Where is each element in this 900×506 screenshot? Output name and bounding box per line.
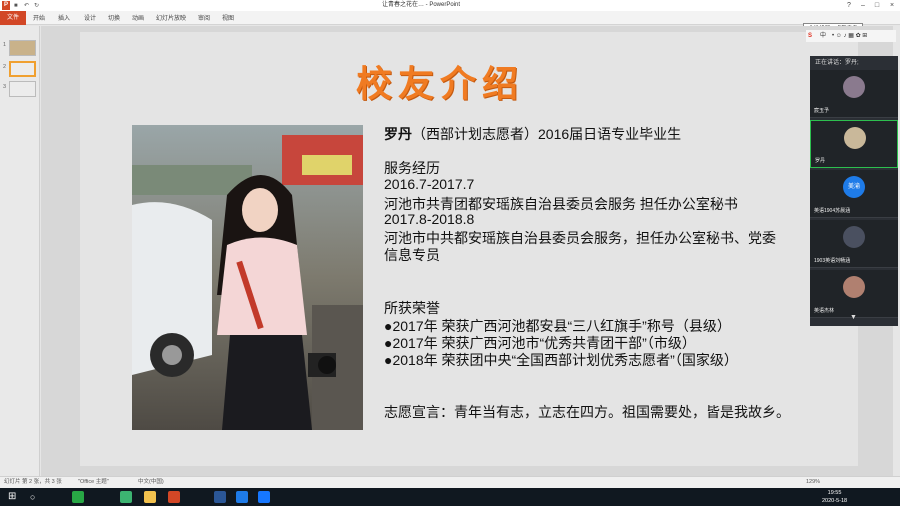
participant-name: 宸玉予 bbox=[814, 108, 830, 114]
slide-title: 校友介绍 bbox=[356, 63, 525, 105]
windows-taskbar: ⊞ ○ 19:55 2020-5-18 bbox=[0, 488, 900, 506]
tab-file[interactable]: 文件 bbox=[0, 11, 26, 25]
ribbon-tabs: 文件 开始 插入 设计 切换 动画 幻灯片放映 审阅 视图 个性设置，点我看看 bbox=[0, 11, 900, 35]
ime-toolbar[interactable]: S 中 • ☺ ♪ ▦ ✿ ⊞ bbox=[806, 30, 896, 42]
language-indicator[interactable]: 中文(中国) bbox=[138, 477, 164, 488]
slide-thumbnail-1[interactable] bbox=[9, 40, 36, 56]
participant-tile[interactable]: 宸玉予 bbox=[810, 70, 898, 118]
ime-tools-icon[interactable]: • ☺ ♪ ▦ ✿ ⊞ bbox=[832, 30, 867, 42]
alumni-photo bbox=[132, 125, 363, 430]
tab-animations[interactable]: 动画 bbox=[132, 13, 144, 22]
tab-home[interactable]: 开始 bbox=[33, 13, 45, 22]
text-line: 河池市中共都安瑶族自治县委员会服务，担任办公室秘书、党委 bbox=[384, 230, 776, 246]
tab-design[interactable]: 设计 bbox=[84, 13, 96, 22]
participant-name: 罗丹 bbox=[815, 158, 826, 164]
meeting-app-icon[interactable] bbox=[258, 491, 270, 503]
avatar bbox=[843, 276, 865, 298]
status-bar: 幻灯片 第 2 张，共 3 张 "Office 主题" 中文(中国) 129% bbox=[0, 476, 900, 488]
tab-view[interactable]: 视图 bbox=[222, 13, 234, 22]
clock-date: 2020-5-18 bbox=[822, 498, 848, 504]
search-icon[interactable]: ○ bbox=[30, 491, 42, 503]
participant-name: 英语杰林 bbox=[814, 308, 835, 314]
thumb-number: 1 bbox=[3, 42, 7, 48]
speaking-indicator: 正在讲话：罗丹; bbox=[815, 60, 859, 66]
tab-review[interactable]: 审阅 bbox=[198, 13, 210, 22]
text-line: 志愿宣言：青年当有志，立志在四方。祖国需要处，皆是我故乡。 bbox=[384, 404, 790, 420]
powerpoint-logo-icon: P bbox=[2, 1, 10, 10]
text-line: 服务经历 bbox=[384, 160, 440, 176]
tab-slideshow[interactable]: 幻灯片放映 bbox=[156, 13, 186, 22]
clock-time: 19:55 bbox=[827, 490, 842, 496]
chevron-down-icon[interactable]: ▼ bbox=[850, 314, 857, 321]
avatar bbox=[843, 226, 865, 248]
clock[interactable]: 19:55 2020-5-18 bbox=[822, 489, 847, 505]
text-line: 2016.7-2017.7 bbox=[384, 176, 475, 192]
intro-text: （西部计划志愿者）2016届日语专业毕业生 bbox=[412, 126, 682, 142]
thumb-number: 3 bbox=[3, 84, 7, 90]
title-bar: P ■ ↶ ↻ 让青春之花在… - PowerPoint ? – □ × bbox=[0, 0, 900, 11]
thumb-number: 2 bbox=[3, 64, 7, 70]
text-line: ●2018年 荣获团中央“全国西部计划优秀志愿者”（国家级） bbox=[384, 352, 738, 368]
minimize-icon[interactable]: – bbox=[856, 0, 870, 11]
window-title: 让青春之花在… - PowerPoint bbox=[382, 2, 461, 8]
theme-name: "Office 主题" bbox=[78, 479, 109, 485]
participant-tile[interactable]: 罗丹 bbox=[810, 120, 898, 168]
maximize-icon[interactable]: □ bbox=[870, 0, 884, 11]
text-line: 信息专员 bbox=[384, 247, 440, 263]
folder-icon[interactable] bbox=[144, 491, 156, 503]
windows-start-icon[interactable]: ⊞ bbox=[8, 491, 20, 503]
zoom-level[interactable]: 129% bbox=[806, 477, 820, 488]
tab-transitions[interactable]: 切换 bbox=[108, 13, 120, 22]
ime-mode-label[interactable]: 中 bbox=[820, 30, 826, 42]
help-icon[interactable]: ? bbox=[842, 0, 856, 11]
avatar bbox=[843, 76, 865, 98]
slide-thumbnail-2[interactable] bbox=[9, 61, 36, 77]
slide-thumbnails-panel[interactable]: 1 2 3 bbox=[0, 26, 40, 476]
app-icon[interactable] bbox=[120, 491, 132, 503]
word-icon[interactable] bbox=[214, 491, 226, 503]
participant-name: 英语1904苏晨涵 bbox=[814, 208, 851, 214]
app-icon[interactable] bbox=[236, 491, 248, 503]
wechat-icon[interactable] bbox=[72, 491, 84, 503]
powerpoint-icon[interactable] bbox=[168, 491, 180, 503]
participant-tile[interactable]: 1903英语刘畅涵 bbox=[810, 220, 898, 268]
participant-tile[interactable]: 美渝 英语1904苏晨涵 bbox=[810, 170, 898, 218]
slide-thumbnail-3[interactable] bbox=[9, 81, 36, 97]
participant-tile[interactable]: 英语杰林 bbox=[810, 270, 898, 318]
meeting-panel: 正在讲话：罗丹; 宸玉予 罗丹 美渝 英语1904苏晨涵 1903英语刘畅涵 英… bbox=[810, 56, 898, 326]
slide-counter: 幻灯片 第 2 张，共 3 张 bbox=[4, 479, 62, 485]
sogou-icon: S bbox=[808, 33, 813, 39]
text-line: 所获荣誉 bbox=[384, 300, 440, 316]
alumni-name: 罗丹 bbox=[384, 126, 412, 142]
close-icon[interactable]: × bbox=[885, 0, 899, 11]
text-line: 2017.8-2018.8 bbox=[384, 211, 475, 227]
avatar: 美渝 bbox=[843, 176, 865, 198]
participant-name: 1903英语刘畅涵 bbox=[814, 258, 851, 264]
intro-line: 罗丹（西部计划志愿者）2016届日语专业毕业生 bbox=[384, 124, 681, 144]
tab-insert[interactable]: 插入 bbox=[58, 13, 70, 22]
avatar bbox=[844, 127, 866, 149]
